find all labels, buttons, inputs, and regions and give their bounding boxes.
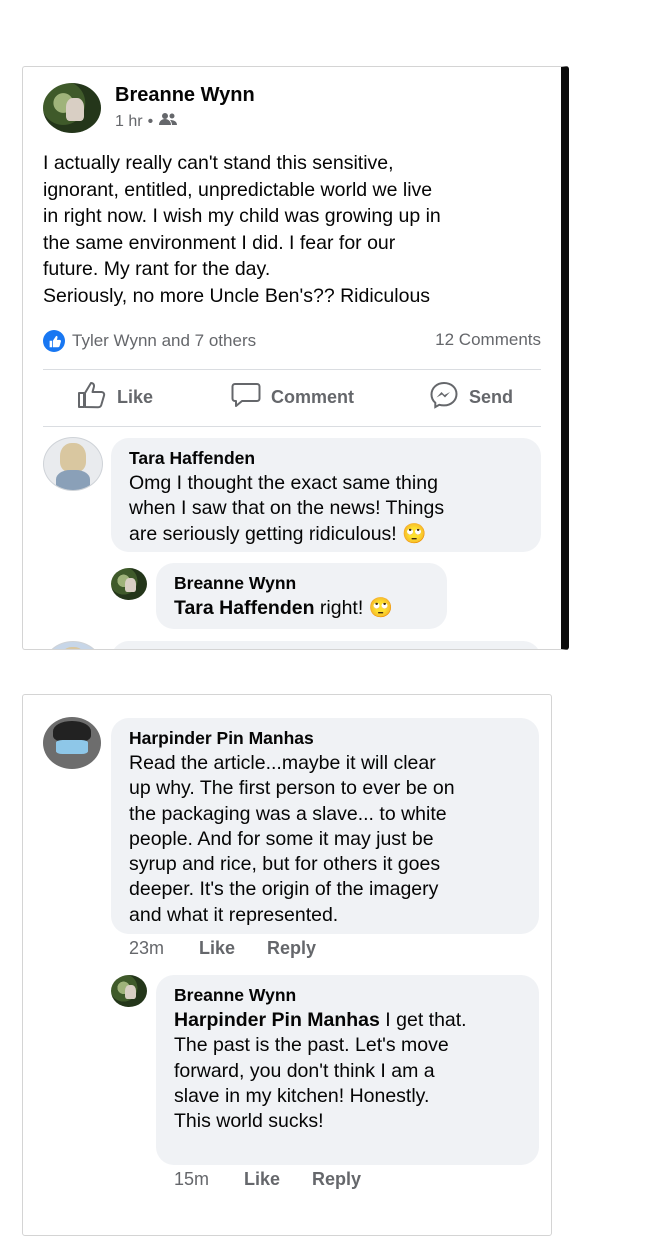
reply-author[interactable]: Breanne Wynn (174, 985, 296, 1006)
reply-body: right! 🙄 (314, 597, 393, 619)
reply-bubble: Breanne Wynn Tara Haffenden right! 🙄 (156, 563, 447, 629)
reply-bubble: Breanne Wynn Harpinder Pin Manhas I get … (156, 975, 539, 1165)
friends-icon (158, 112, 178, 131)
reply-reply-button[interactable]: Reply (312, 1169, 361, 1190)
comment-icon (231, 381, 261, 414)
like-button[interactable]: Like (77, 381, 153, 414)
mention-link[interactable]: Tara Haffenden (174, 597, 315, 619)
thumbs-up-icon (77, 381, 107, 414)
mention-link[interactable]: Harpinder Pin Manhas (174, 1009, 380, 1031)
reply-avatar[interactable] (111, 975, 147, 1007)
comment-like-button[interactable]: Like (199, 938, 235, 959)
reply-time[interactable]: 15m (174, 1169, 209, 1190)
reactions-text: Tyler Wynn and 7 others (72, 331, 257, 350)
divider (43, 369, 541, 370)
comment-bubble: Harpinder Pin Manhas Read the article...… (111, 718, 539, 934)
comment-button[interactable]: Comment (231, 381, 354, 414)
reply-text: Tara Haffenden right! 🙄 (174, 596, 444, 621)
comment-author[interactable]: Tara Haffenden (129, 448, 255, 469)
comment-reply-button[interactable]: Reply (267, 938, 316, 959)
send-button[interactable]: Send (429, 381, 513, 414)
reply-text: Harpinder Pin Manhas I get that. The pas… (174, 1008, 534, 1134)
post-time[interactable]: 1 hr (115, 113, 143, 131)
reply-like-button[interactable]: Like (244, 1169, 280, 1190)
reactions-summary[interactable]: Tyler Wynn and 7 others (43, 330, 256, 352)
post-author-name[interactable]: Breanne Wynn (115, 84, 255, 107)
commenter-avatar[interactable] (43, 437, 103, 491)
post-card: Breanne Wynn 1 hr • I actually really ca… (22, 66, 569, 650)
comment-author[interactable]: Harpinder Pin Manhas (129, 728, 314, 749)
next-comment-bubble (111, 641, 541, 649)
post-actions: Like Comment Send (43, 379, 541, 419)
comment-bubble: Tara Haffenden Omg I thought the exact s… (111, 438, 541, 552)
comment-text: Read the article...maybe it will clear u… (129, 752, 455, 926)
like-label: Like (117, 387, 154, 407)
next-commenter-avatar[interactable] (43, 641, 103, 649)
reply-avatar[interactable] (111, 568, 147, 600)
comment-text: Omg I thought the exact same thing when … (129, 472, 445, 545)
comment-label: Comment (271, 387, 355, 407)
divider (43, 426, 541, 427)
commenter-avatar[interactable] (43, 717, 101, 769)
author-avatar[interactable] (43, 83, 101, 133)
messenger-icon (429, 381, 459, 414)
post-meta: 1 hr • (115, 112, 178, 131)
comments-count[interactable]: 12 Comments (435, 330, 541, 350)
reply-author[interactable]: Breanne Wynn (174, 573, 296, 594)
comment-time[interactable]: 23m (129, 938, 164, 959)
post-text: I actually really can't stand this sensi… (43, 152, 441, 307)
reply-actions: 15m Like Reply (174, 1169, 474, 1193)
comments-card: Harpinder Pin Manhas Read the article...… (22, 694, 552, 1236)
meta-separator: • (147, 112, 154, 130)
send-label: Send (469, 387, 514, 407)
comment-actions: 23m Like Reply (129, 938, 429, 962)
like-reaction-icon (43, 330, 65, 352)
